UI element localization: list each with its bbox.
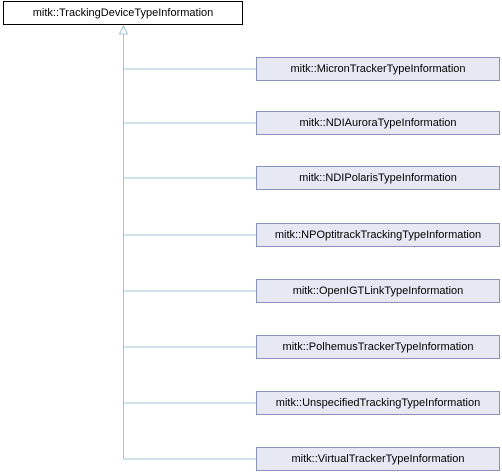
node-tracking-device-type-information[interactable]: mitk::TrackingDeviceTypeInformation: [3, 1, 243, 25]
node-label: mitk::OpenIGTLinkTypeInformation: [292, 285, 464, 297]
node-label: mitk::NPOptitrackTrackingTypeInformation: [274, 229, 482, 241]
node-label: mitk::NDIPolarisTypeInformation: [299, 172, 457, 184]
inheritance-arrowhead: [118, 24, 129, 35]
node-label: mitk::VirtualTrackerTypeInformation: [291, 453, 465, 465]
node-label: mitk::TrackingDeviceTypeInformation: [32, 7, 214, 19]
node-label: mitk::UnspecifiedTrackingTypeInformation: [275, 397, 481, 409]
node-ndi-aurora-type-information[interactable]: mitk::NDIAuroraTypeInformation: [256, 111, 500, 135]
inheritance-diagram: mitk::TrackingDeviceTypeInformation mitk…: [0, 0, 502, 472]
node-polhemus-tracker-type-information[interactable]: mitk::PolhemusTrackerTypeInformation: [256, 335, 500, 359]
node-label: mitk::PolhemusTrackerTypeInformation: [282, 341, 474, 353]
node-micron-tracker-type-information[interactable]: mitk::MicronTrackerTypeInformation: [256, 57, 500, 81]
node-label: mitk::MicronTrackerTypeInformation: [290, 63, 466, 75]
node-unspecified-tracking-type-information[interactable]: mitk::UnspecifiedTrackingTypeInformation: [256, 391, 500, 415]
node-ndi-polaris-type-information[interactable]: mitk::NDIPolarisTypeInformation: [256, 166, 500, 190]
node-label: mitk::NDIAuroraTypeInformation: [299, 117, 457, 129]
node-np-optitrack-tracking-type-information[interactable]: mitk::NPOptitrackTrackingTypeInformation: [256, 223, 500, 247]
node-virtual-tracker-type-information[interactable]: mitk::VirtualTrackerTypeInformation: [256, 447, 500, 471]
node-open-igt-link-type-information[interactable]: mitk::OpenIGTLinkTypeInformation: [256, 279, 500, 303]
